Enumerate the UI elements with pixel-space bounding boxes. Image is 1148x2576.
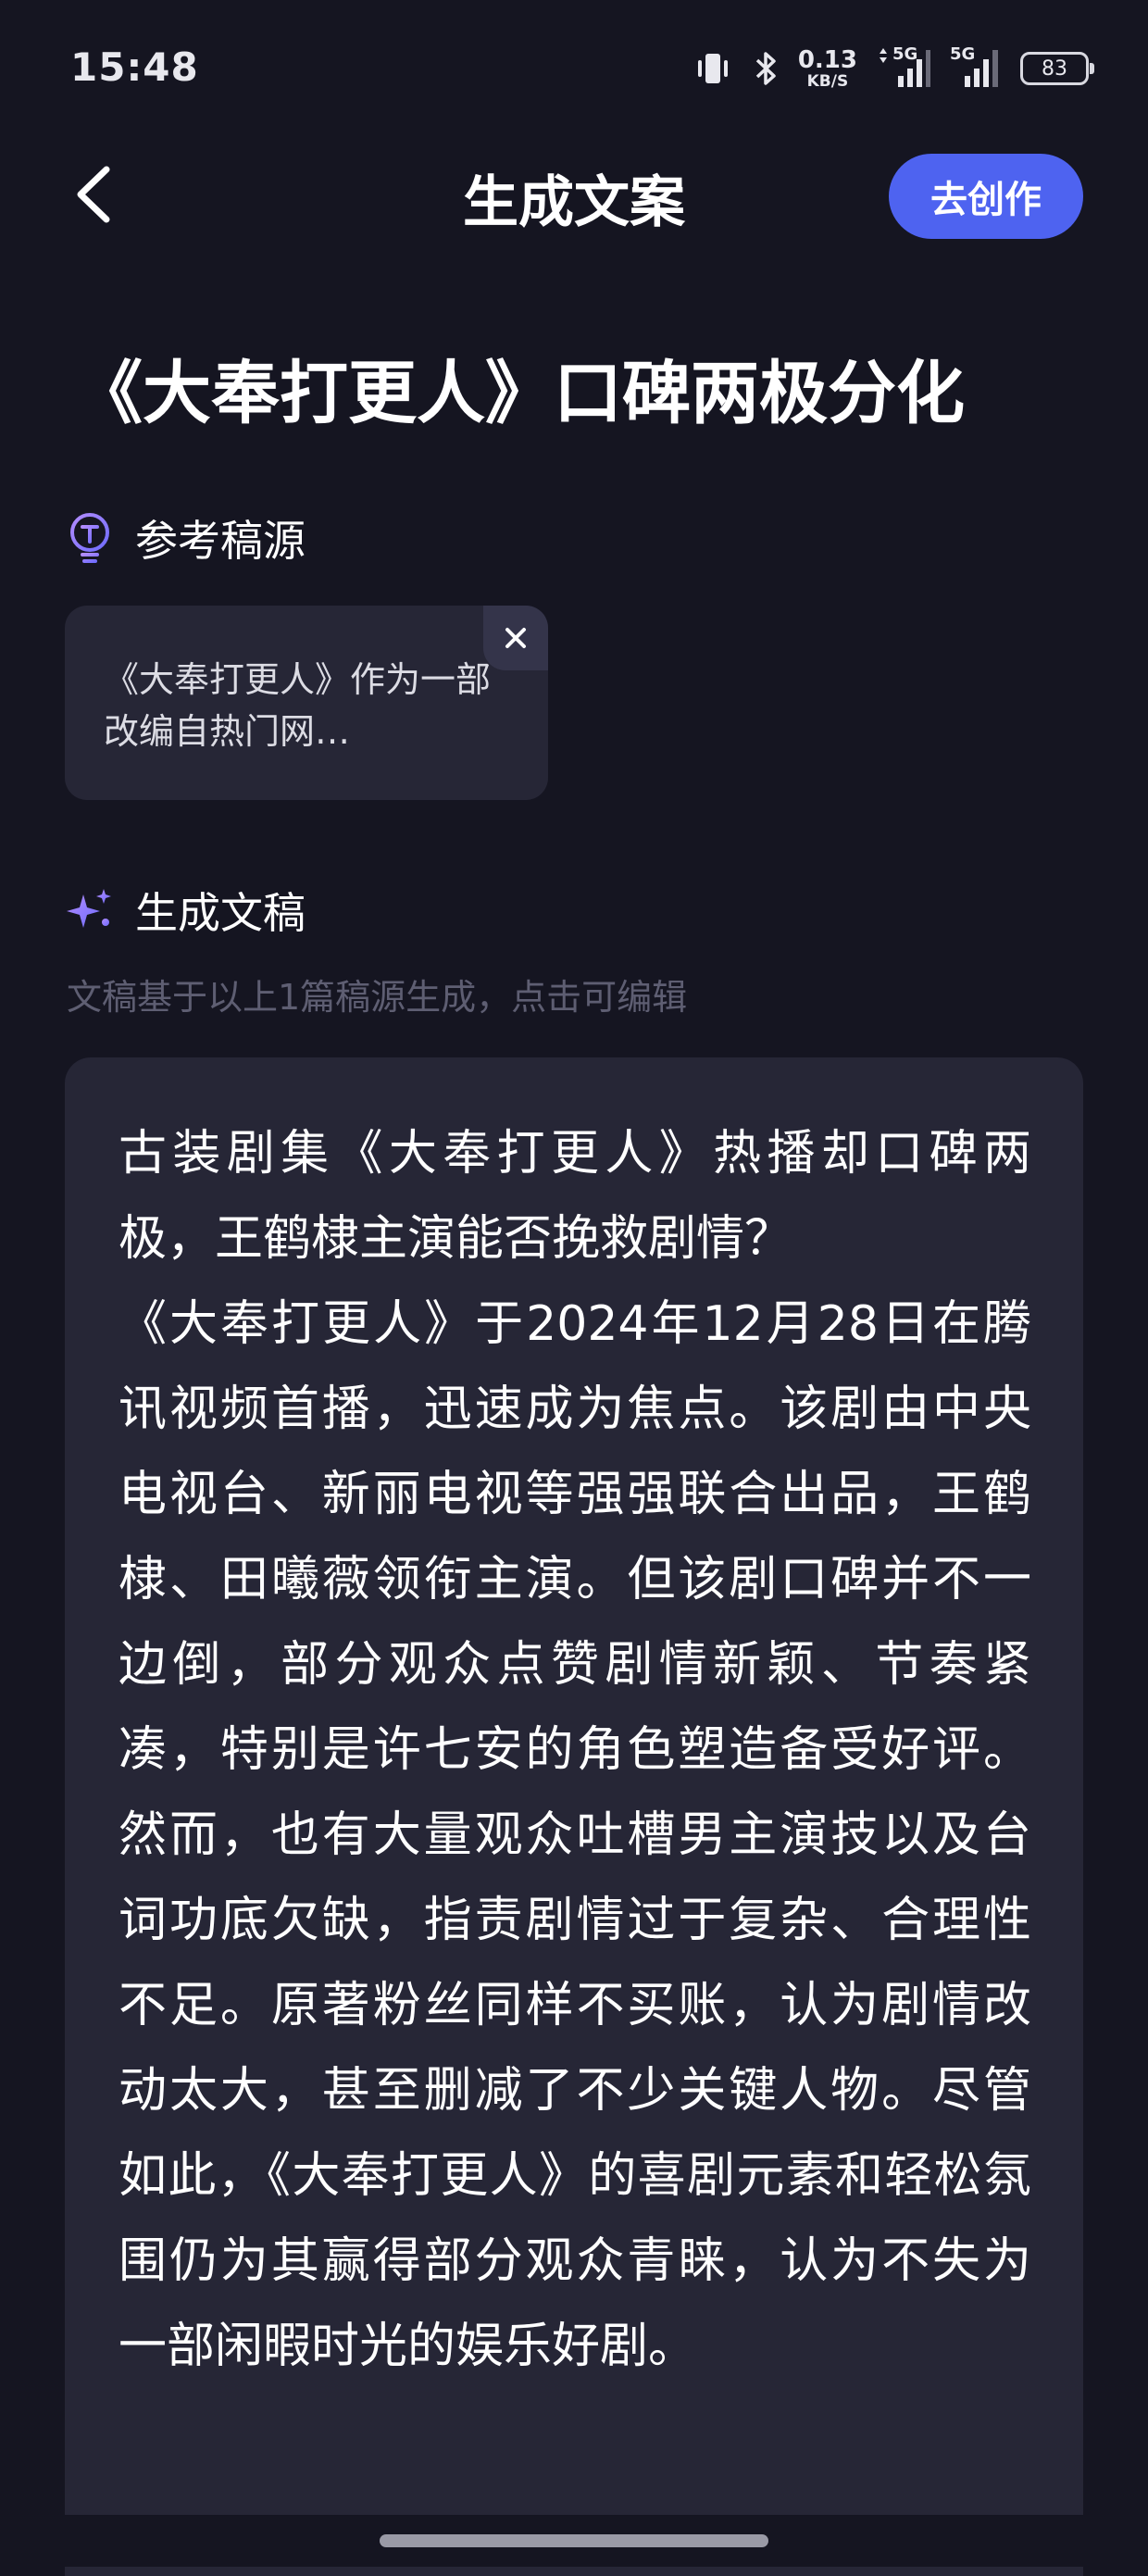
- battery-indicator: 83: [1020, 52, 1094, 85]
- generated-section-label: 生成文稿: [135, 888, 306, 938]
- article-title: 《大奉打更人》口碑两极分化: [74, 354, 965, 433]
- generated-hint: 文稿基于以上1篇稿源生成，点击可编辑: [67, 977, 688, 1018]
- signal-1-label: 5G: [892, 44, 918, 64]
- network-speed: 0.13 KB/S: [798, 48, 857, 90]
- generated-content-text[interactable]: 古装剧集《大奉打更人》热播却口碑两极，王鹤棣主演能否挽救剧情？ 《大奉打更人》于…: [119, 1111, 1031, 2389]
- status-icons: 0.13 KB/S 5G 5G 83: [693, 43, 1094, 94]
- reference-section-label: 参考稿源: [135, 516, 306, 566]
- reference-card-text: 《大奉打更人》作为一部改编自热门网…: [104, 659, 492, 752]
- signal-1: 5G: [876, 44, 931, 91]
- home-indicator[interactable]: [380, 2534, 768, 2547]
- header: 生成文案 去创作: [0, 139, 1148, 250]
- reference-section-header: 参考稿源: [67, 507, 306, 569]
- generated-content-card[interactable]: 古装剧集《大奉打更人》热播却口碑两极，王鹤棣主演能否挽救剧情？ 《大奉打更人》于…: [65, 1057, 1083, 2576]
- lightbulb-icon: [70, 513, 109, 563]
- network-speed-unit: KB/S: [806, 71, 849, 91]
- remove-reference-button[interactable]: [483, 606, 548, 670]
- status-bar: 15:48 0.13 KB/S 5G 5G 83: [0, 0, 1148, 139]
- close-icon: [505, 628, 526, 648]
- reference-card[interactable]: 《大奉打更人》作为一部改编自热门网…: [65, 606, 548, 800]
- generated-section-header: 生成文稿: [67, 880, 306, 941]
- bluetooth-icon: [752, 48, 780, 89]
- status-time: 15:48: [70, 44, 199, 90]
- vibrate-icon: [693, 48, 733, 89]
- network-speed-value: 0.13: [797, 45, 857, 74]
- create-button[interactable]: 去创作: [889, 154, 1083, 239]
- signal-2: 5G: [950, 44, 1002, 91]
- sparkle-icon: [67, 889, 111, 928]
- signal-2-label: 5G: [950, 44, 976, 64]
